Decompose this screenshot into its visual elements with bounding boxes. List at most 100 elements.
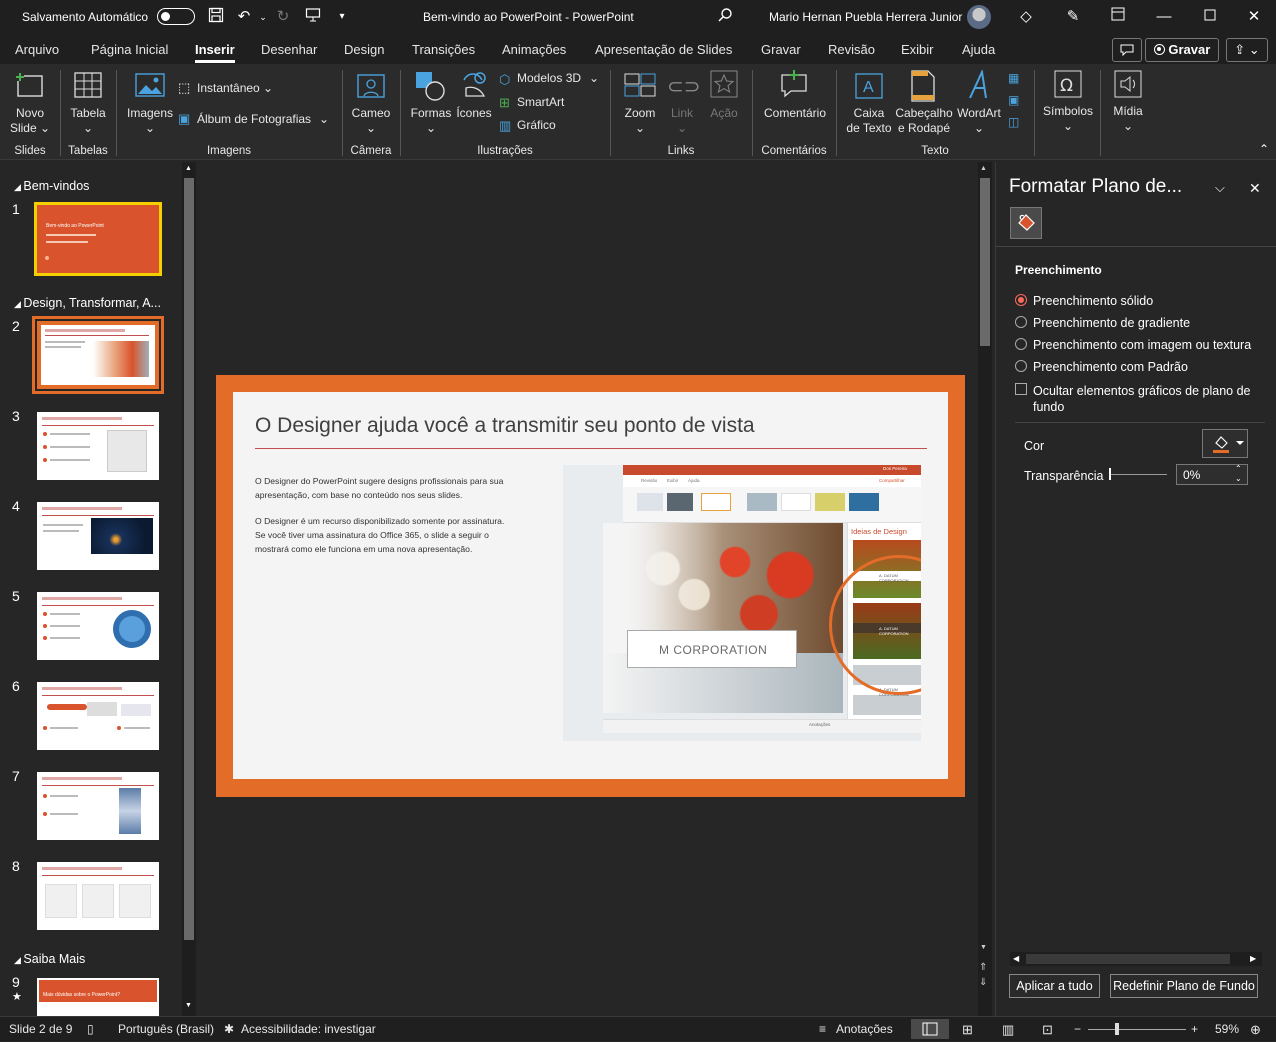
picture-fill-radio[interactable] xyxy=(1015,338,1027,350)
hide-bg-graphics-checkbox[interactable] xyxy=(1015,383,1027,395)
transparency-slider-track[interactable] xyxy=(1109,474,1167,475)
reset-background-button[interactable]: Redefinir Plano de Fundo xyxy=(1110,974,1258,998)
pattern-fill-label[interactable]: Preenchimento com Padrão xyxy=(1033,360,1188,374)
media-icon[interactable] xyxy=(1114,70,1142,101)
scroll-thumb[interactable] xyxy=(184,178,194,940)
slide-thumbnail-2[interactable] xyxy=(32,316,164,394)
scroll-down-icon[interactable]: ▼ xyxy=(980,944,987,951)
tab-exibir[interactable]: Exibir xyxy=(901,42,934,57)
symbols-icon[interactable]: Ω xyxy=(1054,70,1082,101)
pane-close-icon[interactable]: ✕ xyxy=(1249,180,1261,197)
gradient-fill-radio[interactable] xyxy=(1015,316,1027,328)
tab-pagina-inicial[interactable]: Página Inicial xyxy=(91,42,168,57)
reading-view-icon[interactable]: ▥ xyxy=(1002,1022,1014,1038)
models3d-button[interactable]: Modelos 3D xyxy=(517,71,581,86)
scroll-up-icon[interactable]: ▲ xyxy=(185,165,192,172)
models3d-icon[interactable]: ⬡ xyxy=(499,72,510,88)
header-footer-icon[interactable] xyxy=(910,70,936,105)
hide-bg-graphics-label[interactable]: Ocultar elementos gráficos de plano de f… xyxy=(1033,383,1251,415)
new-slide-button[interactable]: Novo Slide ⌄ xyxy=(6,106,54,136)
tab-inserir[interactable]: Inserir xyxy=(195,42,235,63)
shapes-dropdown-icon[interactable]: ⌄ xyxy=(406,121,456,136)
section-header-3[interactable]: ◢ Saiba Mais xyxy=(14,952,85,966)
scroll-left-icon[interactable]: ◀ xyxy=(1013,954,1019,963)
pane-options-chevron-icon[interactable]: ⌵ xyxy=(1215,180,1225,196)
slide-thumbnail-5[interactable] xyxy=(37,592,159,660)
tab-arquivo[interactable]: Arquivo xyxy=(15,42,59,57)
autosave-toggle[interactable] xyxy=(157,8,195,25)
object-icon[interactable]: ◫ xyxy=(1008,115,1019,129)
scroll-thumb[interactable] xyxy=(1026,954,1230,964)
link-icon[interactable]: ⊂⊃ xyxy=(667,74,701,99)
slide-thumbnail-7[interactable] xyxy=(37,772,159,840)
fill-section-header[interactable]: Preenchimento xyxy=(1015,263,1102,277)
zoom-button[interactable]: Zoom xyxy=(616,106,664,121)
save-icon[interactable] xyxy=(206,7,226,27)
transparency-value[interactable]: 0% xyxy=(1183,468,1200,482)
link-button[interactable]: Link xyxy=(664,106,700,121)
images-dropdown-icon[interactable]: ⌄ xyxy=(124,121,176,136)
tab-desenhar[interactable]: Desenhar xyxy=(261,42,317,57)
slideshow-icon[interactable]: ⊡ xyxy=(1042,1022,1053,1038)
accessibility-label[interactable]: Acessibilidade: investigar xyxy=(241,1022,376,1036)
zoom-dropdown-icon[interactable]: ⌄ xyxy=(616,121,664,136)
share-button[interactable]: ⇪ ⌄ xyxy=(1226,38,1268,62)
tab-transicoes[interactable]: Transições xyxy=(412,42,475,57)
zoom-slider-thumb[interactable] xyxy=(1115,1023,1119,1035)
previous-slide-icon[interactable]: ⇑ xyxy=(979,962,987,973)
action-button[interactable]: Ação xyxy=(704,106,744,121)
undo-dropdown-icon[interactable]: ⌄ xyxy=(253,7,273,27)
gradient-fill-label[interactable]: Preenchimento de gradiente xyxy=(1033,316,1190,330)
pane-hscrollbar[interactable]: ◀ ▶ xyxy=(1010,952,1262,966)
section-header-1[interactable]: ◢ Bem-vindos xyxy=(14,179,89,193)
zoom-in-icon[interactable]: + xyxy=(1191,1022,1198,1036)
media-button[interactable]: Mídia xyxy=(1104,104,1152,119)
solid-fill-label[interactable]: Preenchimento sólido xyxy=(1033,294,1153,308)
wordart-button[interactable]: WordArt xyxy=(954,106,1004,121)
scroll-right-icon[interactable]: ▶ xyxy=(1250,954,1256,963)
header-footer-button[interactable]: Cabeçalho e Rodapé xyxy=(894,106,954,136)
present-icon[interactable] xyxy=(303,7,323,27)
date-time-icon[interactable]: ▦ xyxy=(1008,71,1019,85)
screenshot-icon[interactable]: ⬚ xyxy=(178,80,190,96)
thumbnails-scrollbar[interactable]: ▲ ▼ xyxy=(182,162,196,1016)
images-icon[interactable] xyxy=(135,72,165,101)
slide-body-text[interactable]: O Designer do PowerPoint sugere designs … xyxy=(255,474,513,556)
spin-up-icon[interactable]: ⌃ xyxy=(1235,464,1242,473)
comment-icon[interactable] xyxy=(779,70,809,103)
symbols-button[interactable]: Símbolos xyxy=(1040,104,1096,119)
designer-screenshot-picture[interactable]: Dos Pereira Revisão Exibir Ajuda Compart… xyxy=(563,465,921,741)
comments-button[interactable] xyxy=(1112,38,1142,62)
slide-sorter-icon[interactable]: ⊞ xyxy=(962,1022,973,1038)
zoom-level[interactable]: 59% xyxy=(1215,1022,1239,1036)
transparency-spinner[interactable]: 0% ⌃ ⌄ xyxy=(1176,464,1248,485)
wordart-icon[interactable] xyxy=(966,68,996,103)
new-slide-icon[interactable] xyxy=(14,70,46,105)
cameo-dropdown-icon[interactable]: ⌄ xyxy=(346,121,396,136)
slide-thumbnail-6[interactable] xyxy=(37,682,159,750)
tab-design[interactable]: Design xyxy=(344,42,384,57)
spelling-icon[interactable]: ▯ xyxy=(87,1022,94,1036)
cameo-button[interactable]: Cameo xyxy=(346,106,396,121)
language-label[interactable]: Português (Brasil) xyxy=(118,1022,214,1036)
wordart-dropdown-icon[interactable]: ⌄ xyxy=(954,121,1004,136)
zoom-icon[interactable] xyxy=(624,72,656,101)
symbols-dropdown-icon[interactable]: ⌄ xyxy=(1040,119,1096,134)
tab-revisao[interactable]: Revisão xyxy=(828,42,875,57)
chart-button[interactable]: Gráfico xyxy=(517,118,556,133)
section-header-2[interactable]: ◢ Design, Transformar, A... xyxy=(14,296,161,310)
close-icon[interactable]: ✕ xyxy=(1244,7,1264,27)
tab-animacoes[interactable]: Animações xyxy=(502,42,566,57)
scroll-down-icon[interactable]: ▼ xyxy=(185,1002,192,1009)
apply-to-all-button[interactable]: Aplicar a tudo xyxy=(1009,974,1100,998)
normal-view-button[interactable] xyxy=(911,1019,949,1039)
comment-button[interactable]: Comentário xyxy=(756,106,834,121)
maximize-icon[interactable] xyxy=(1200,7,1220,27)
minimize-icon[interactable]: — xyxy=(1154,7,1174,27)
cameo-icon[interactable] xyxy=(356,72,386,105)
tab-ajuda[interactable]: Ajuda xyxy=(962,42,995,57)
solid-fill-radio[interactable] xyxy=(1015,294,1027,306)
accessibility-icon[interactable]: ✱ xyxy=(224,1022,234,1036)
slide-title[interactable]: O Designer ajuda você a transmitir seu p… xyxy=(255,414,755,438)
user-name[interactable]: Mario Hernan Puebla Herrera Junior xyxy=(769,10,962,24)
